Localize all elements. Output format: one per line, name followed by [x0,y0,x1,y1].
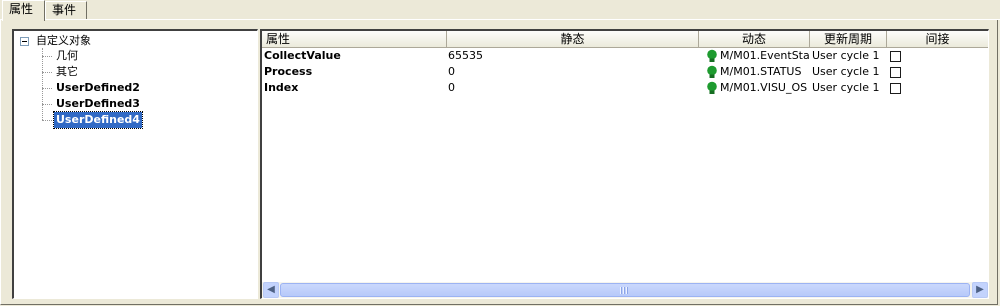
dynamic-cell[interactable]: M/M01.STATUS [705,64,809,80]
green-bulb-icon [707,65,717,78]
indirect-checkbox-cell[interactable] [890,48,904,64]
tree-connector [42,104,52,105]
column-header-property[interactable]: 属性 [262,31,447,48]
table-row[interactable]: Process 0 M/M01.STATUS User cycle 1 [262,64,988,80]
tree-root-label[interactable]: 自定义对象 [36,33,91,49]
dynamic-tag: M/M01.VISU_OS [720,81,808,94]
green-bulb-icon [707,81,717,94]
indirect-checkbox-cell[interactable] [890,80,904,96]
indirect-checkbox[interactable] [890,83,901,94]
tree-item-label[interactable]: 几何 [54,48,80,64]
tree-connector [42,120,52,121]
column-header-dynamic[interactable]: 动态 [699,31,810,48]
column-header-update-cycle[interactable]: 更新周期 [810,31,887,48]
column-header-static[interactable]: 静态 [447,31,699,48]
property-name[interactable]: Process [264,64,444,80]
tree-item-label[interactable]: UserDefined4 [53,111,143,129]
tree-connector [42,88,52,89]
green-bulb-icon [707,49,717,62]
update-cycle-value[interactable]: User cycle 1 [812,80,886,96]
static-value[interactable]: 0 [448,80,696,96]
tab-properties[interactable]: 属性 [2,0,45,21]
indirect-checkbox[interactable] [890,67,901,78]
tab-events[interactable]: 事件 [45,1,87,19]
scrollbar-grip-icon [620,287,629,294]
dynamic-tag: M/M01.EventState [720,49,809,62]
scrollbar-thumb[interactable] [280,283,970,297]
tree-connector-line [42,48,43,120]
update-cycle-value[interactable]: User cycle 1 [812,64,886,80]
object-tree[interactable]: 自定义对象 几何 其它 UserDefined2 UserDefined3 Us… [12,29,258,299]
tree-item-label[interactable]: 其它 [54,64,80,80]
dynamic-tag: M/M01.STATUS [720,65,802,78]
indirect-checkbox[interactable] [890,51,901,62]
horizontal-scrollbar[interactable]: ◀ ▶ [262,282,988,298]
static-value[interactable]: 65535 [448,48,696,64]
scroll-right-arrow-icon[interactable]: ▶ [972,282,988,298]
indirect-checkbox-cell[interactable] [890,64,904,80]
tree-connector [42,72,52,73]
dynamic-cell[interactable]: M/M01.VISU_OS [705,80,809,96]
tree-connector [42,56,52,57]
update-cycle-value[interactable]: User cycle 1 [812,48,886,64]
static-value[interactable]: 0 [448,64,696,80]
tree-item-label[interactable]: UserDefined2 [54,80,142,96]
property-name[interactable]: Index [264,80,444,96]
property-name[interactable]: CollectValue [264,48,444,64]
tab-strip: 属性 事件 [0,0,1000,21]
dynamic-cell[interactable]: M/M01.EventState [705,48,809,64]
collapse-minus-icon[interactable] [20,37,29,46]
tree-item-label[interactable]: UserDefined3 [54,96,142,112]
table-row[interactable]: Index 0 M/M01.VISU_OS User cycle 1 [262,80,988,96]
properties-grid[interactable]: 属性 静态 动态 更新周期 间接 CollectValue 65535 M/M0… [260,29,989,299]
grid-header: 属性 静态 动态 更新周期 间接 [262,31,988,48]
table-row[interactable]: CollectValue 65535 M/M01.EventState User… [262,48,988,64]
column-header-indirect[interactable]: 间接 [887,31,988,48]
scroll-left-arrow-icon[interactable]: ◀ [263,282,279,298]
